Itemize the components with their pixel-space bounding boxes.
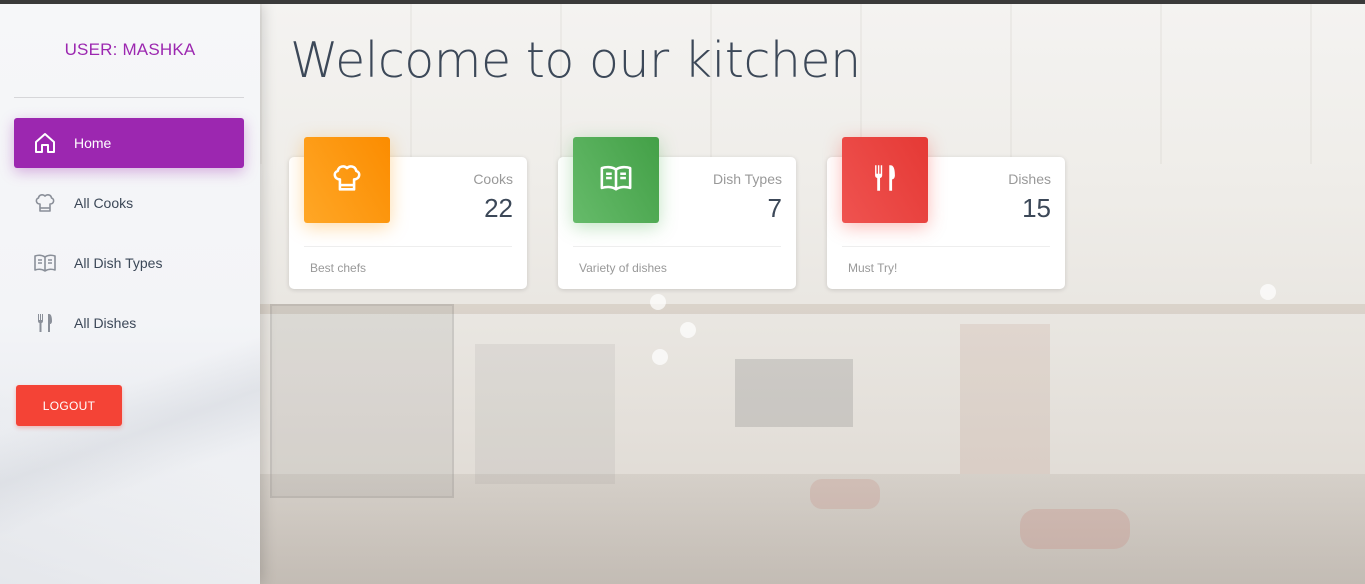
home-icon: [30, 128, 60, 158]
card-value: 7: [767, 193, 782, 223]
card-icon-badge: [842, 137, 928, 223]
restaurant-background-image: [260, 4, 1365, 584]
card-divider: [573, 246, 781, 247]
sidebar-item-label: Home: [74, 135, 112, 151]
card-footer: Best chefs: [310, 261, 367, 275]
sidebar-nav: Home All Cooks All Dish Types All Dishes: [14, 118, 244, 358]
chef-hat-icon: [330, 161, 364, 200]
stat-card-dishes[interactable]: Dishes 15 Must Try!: [827, 137, 1065, 289]
book-icon: [30, 248, 60, 278]
utensils-icon: [30, 308, 60, 338]
sidebar-item-all-dish-types[interactable]: All Dish Types: [14, 238, 244, 288]
sidebar-item-label: All Dishes: [74, 315, 137, 331]
stat-card-cooks[interactable]: Cooks 22 Best chefs: [289, 137, 527, 289]
user-title: USER: MASHKA: [64, 40, 196, 59]
top-bar: [0, 0, 1365, 4]
page-title: Welcome to our kitchen: [290, 32, 861, 89]
sidebar-item-all-cooks[interactable]: All Cooks: [14, 178, 244, 228]
card-icon-badge: [304, 137, 390, 223]
book-icon: [599, 161, 633, 200]
utensils-icon: [868, 161, 902, 200]
chef-hat-icon: [30, 188, 60, 218]
sidebar-divider: [14, 97, 244, 98]
sidebar-item-all-dishes[interactable]: All Dishes: [14, 298, 244, 348]
card-label: Dishes: [1008, 171, 1051, 187]
sidebar-item-home[interactable]: Home: [14, 118, 244, 168]
card-icon-badge: [573, 137, 659, 223]
card-footer: Must Try!: [848, 261, 898, 275]
card-value: 22: [484, 193, 513, 223]
sidebar-item-label: All Dish Types: [74, 255, 163, 271]
main-content: Welcome to our kitchen Cooks 22 Best che…: [260, 4, 1365, 584]
card-label: Cooks: [473, 171, 513, 187]
card-value: 15: [1022, 193, 1051, 223]
card-label: Dish Types: [713, 171, 782, 187]
sidebar-background: [0, 324, 260, 584]
card-divider: [304, 246, 512, 247]
card-divider: [842, 246, 1050, 247]
card-footer: Variety of dishes: [579, 261, 667, 275]
stat-card-dish-types[interactable]: Dish Types 7 Variety of dishes: [558, 137, 796, 289]
logout-button[interactable]: LOGOUT: [16, 385, 122, 426]
sidebar: USER: MASHKA Home All Cooks All Dish Typ…: [0, 4, 260, 584]
sidebar-item-label: All Cooks: [74, 195, 134, 211]
